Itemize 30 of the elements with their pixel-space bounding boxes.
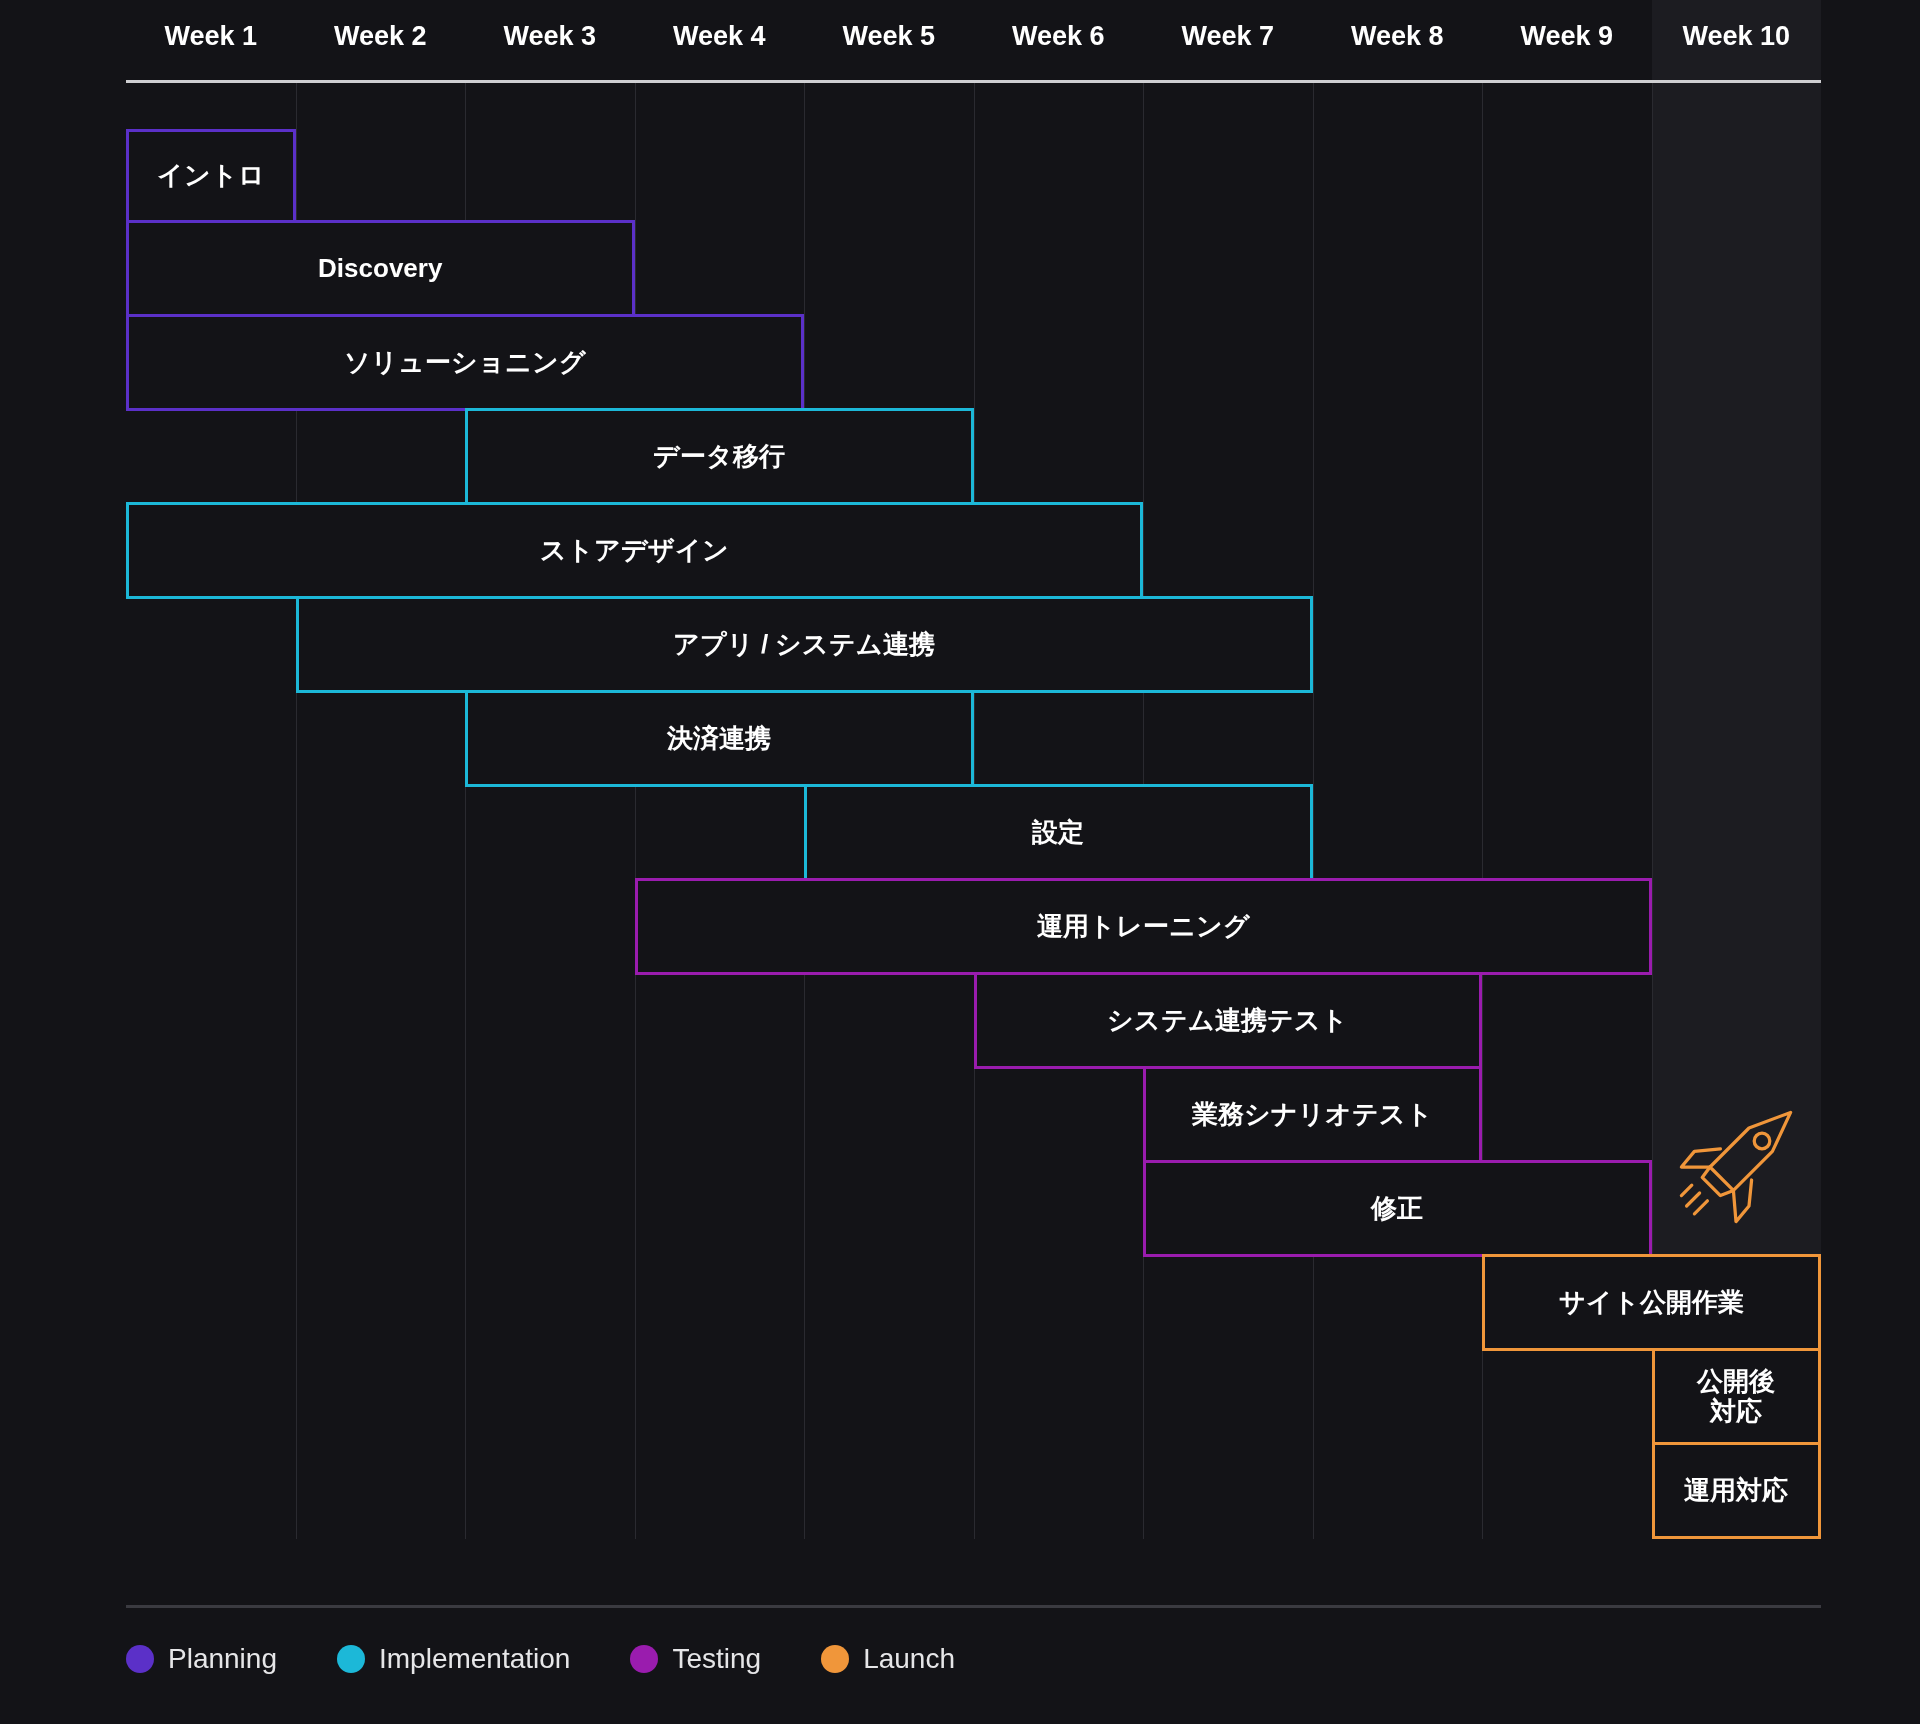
legend-label: Launch: [863, 1642, 955, 1676]
week-header: Week 10: [1651, 0, 1821, 80]
task-label: 修正: [1371, 1193, 1424, 1224]
legend-label: Testing: [672, 1642, 762, 1676]
legend-label: Implementation: [379, 1642, 571, 1676]
task-label: Discovery: [318, 253, 443, 284]
week-header: Week 3: [502, 19, 598, 53]
task-label: サイト公開作業: [1559, 1287, 1744, 1318]
task-label: ストアデザイン: [540, 535, 729, 566]
week-header: Week 8: [1349, 19, 1445, 53]
legend-label: Planning: [168, 1642, 277, 1676]
task-label: システム連携テスト: [1107, 1005, 1349, 1036]
task-label: 設定: [1032, 817, 1085, 848]
task-label: ソリューショニング: [344, 347, 586, 378]
task-label: 対応: [1710, 1396, 1763, 1427]
task-label: イントロ: [156, 161, 265, 191]
week-header: Week 5: [841, 19, 937, 53]
task-label: 業務シナリオテスト: [1192, 1099, 1433, 1130]
task-label: 運用トレーニング: [1036, 911, 1250, 942]
task-label: アプリ / システム連携: [672, 629, 936, 660]
task-label: 決済連携: [667, 723, 772, 754]
week-header: Week 1: [163, 19, 259, 53]
week-header: Week 2: [332, 19, 428, 53]
week-header: Week 4: [671, 19, 767, 53]
task-label: 運用対応: [1684, 1475, 1789, 1506]
week-header: Week 9: [1519, 19, 1615, 53]
week-header: Week 7: [1180, 19, 1276, 53]
task-label: データ移行: [653, 441, 786, 472]
week-header: Week 6: [1010, 19, 1106, 53]
task-label: 公開後: [1697, 1366, 1776, 1397]
